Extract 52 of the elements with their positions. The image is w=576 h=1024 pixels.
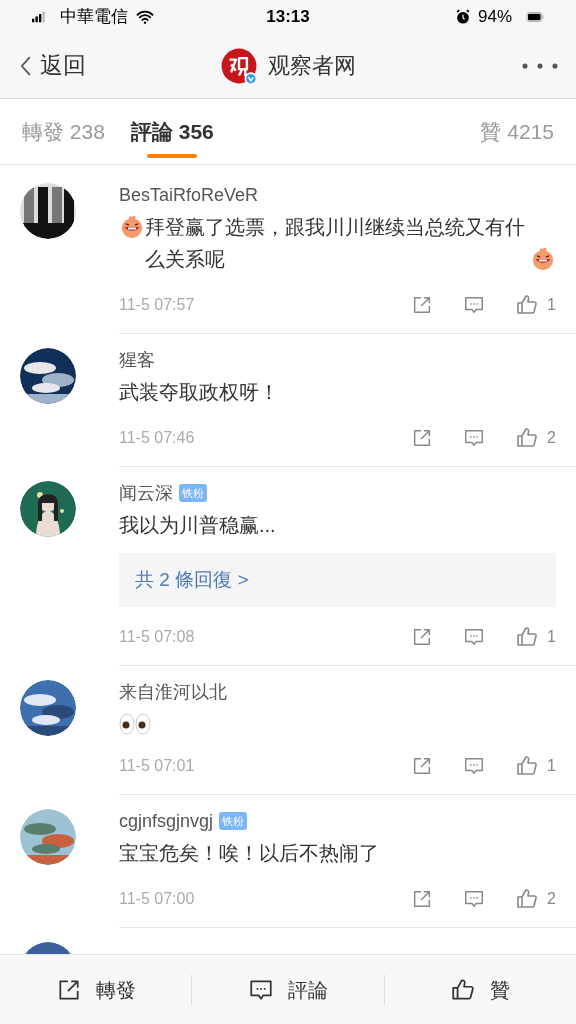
thumbs-up-icon [515, 887, 540, 911]
carrier-name: 中華電信 [60, 5, 128, 28]
comment-icon [463, 888, 486, 910]
comment-time: 11-5 07:46 [119, 428, 195, 448]
comment-text: 武装夺取政权呀！ [119, 380, 279, 405]
laughing-emoji-icon [531, 246, 555, 272]
back-button[interactable]: 返回 [16, 48, 86, 83]
comment-text: 我以为川普稳赢... [119, 513, 276, 538]
like-button[interactable]: 2 [515, 426, 556, 450]
like-action-button[interactable]: 贊 [384, 974, 576, 1005]
like-button[interactable]: 1 [515, 625, 556, 649]
reply-button[interactable] [463, 755, 486, 777]
comment-time: 11-5 07:01 [119, 756, 195, 776]
replies-link[interactable]: 共 2 條回復 > [119, 553, 556, 607]
page-title: 观察者网 [268, 52, 356, 80]
user-name[interactable]: 来自淮河以北 [119, 678, 227, 706]
comment-action-button[interactable]: 評論 [192, 974, 384, 1005]
thumbs-up-icon [450, 976, 477, 1003]
thumbs-up-icon [515, 293, 540, 317]
user-name[interactable]: 闻云深 [119, 479, 173, 507]
comment-text: 宝宝危矣！唉！以后不热闹了 [119, 841, 379, 866]
more-icon [522, 62, 558, 69]
logo-icon [220, 46, 258, 85]
eyes-emoji-icon [119, 712, 151, 736]
battery-percent: 94% [477, 5, 512, 28]
fan-badge: 铁粉 [219, 812, 248, 830]
comment-icon [463, 294, 486, 316]
user-name[interactable]: 猩客 [119, 346, 155, 374]
comment-icon [463, 755, 486, 777]
reply-button[interactable] [463, 294, 486, 316]
thumbs-up-icon [515, 754, 540, 778]
laughing-emoji-icon [120, 214, 144, 240]
comment-time: 11-5 07:08 [119, 627, 195, 647]
like-button[interactable]: 1 [515, 754, 556, 778]
thumbs-up-icon [515, 426, 540, 450]
reply-button[interactable] [463, 626, 486, 648]
share-action-button[interactable]: 轉發 [0, 974, 192, 1005]
comment-text: 拜登赢了选票，跟我川川继续当总统又有什么关系呢 [145, 215, 526, 272]
comment-time: 11-5 07:00 [119, 889, 195, 909]
user-name[interactable]: cgjnfsgjnvgj [119, 807, 214, 835]
comment-icon [463, 427, 486, 449]
fan-badge: 铁粉 [179, 484, 207, 502]
like-button[interactable]: 1 [515, 293, 556, 317]
reply-button[interactable] [463, 888, 486, 910]
user-name[interactable]: BesTaiRfoReVeR [119, 181, 259, 209]
comment-time: 11-5 07:57 [119, 295, 195, 315]
thumbs-up-icon [515, 625, 540, 649]
clock-time: 13:13 [266, 5, 310, 28]
reply-button[interactable] [463, 427, 486, 449]
like-button[interactable]: 2 [515, 887, 556, 911]
comment-icon [463, 626, 486, 648]
tab[interactable]: 評論 356 [130, 99, 214, 164]
